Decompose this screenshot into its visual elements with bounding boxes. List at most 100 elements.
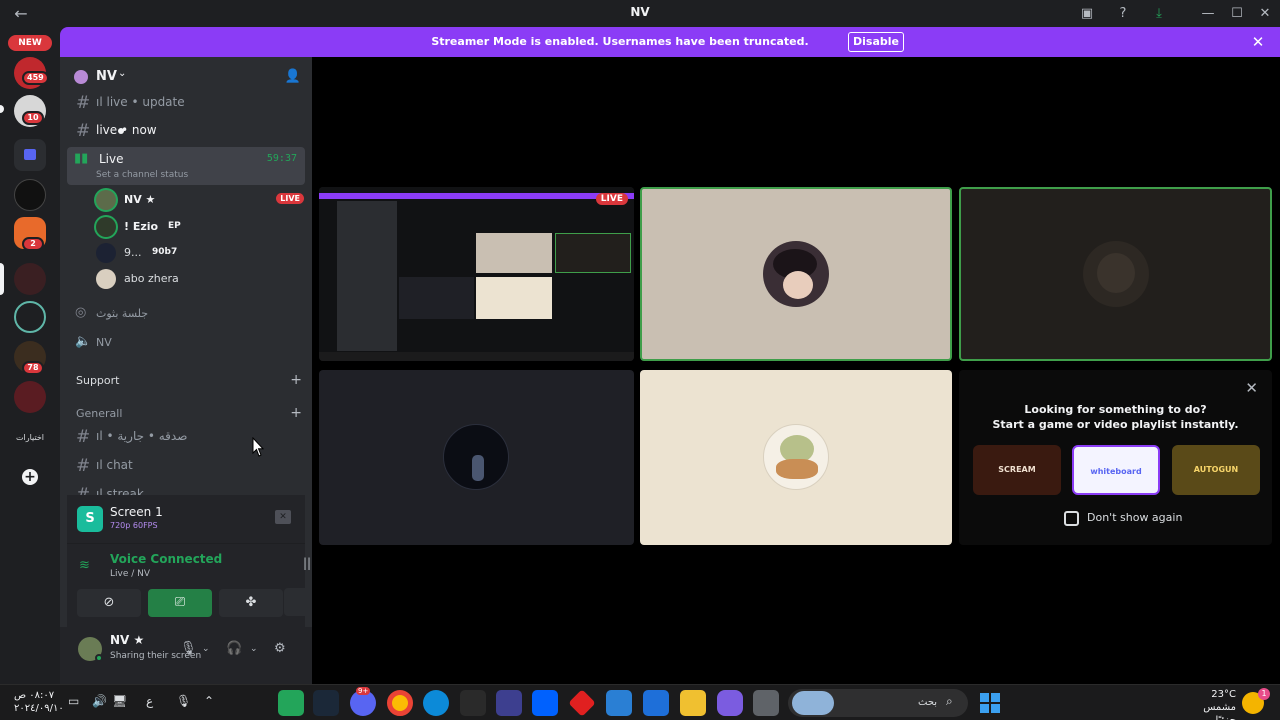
headphones-icon[interactable]: 🎧 [226,641,242,656]
avatar [763,424,829,490]
chevron-down-icon[interactable]: ⌄ [202,644,210,654]
search-highlight-image [792,691,834,715]
category-support[interactable]: Support + [76,372,302,389]
help-icon[interactable]: ? [1114,5,1132,23]
activity-card-scream[interactable]: SCREAM [973,445,1061,495]
clock[interactable]: ٠٨:٠٧ ص ٢٠٢٤/٠٩/١٠ [14,689,64,715]
folder-icon[interactable] [14,139,46,171]
disable-button[interactable]: Disable [848,32,904,52]
server-label[interactable]: اختيارات [6,433,54,442]
preview-taskbar [319,352,634,361]
signal-icon[interactable]: ≋ [79,558,90,573]
user-name[interactable]: NV ★ [110,633,144,647]
activity-card-autogun[interactable]: AUTOGUN [1172,445,1260,495]
steam-icon[interactable] [313,690,339,716]
chrome-icon[interactable] [387,690,413,716]
clock-time: ٠٨:٠٧ ص [14,690,55,701]
network-icon[interactable]: 🖥 [112,694,127,708]
store-icon[interactable] [643,690,669,716]
server-icon[interactable] [14,381,46,413]
voice-user[interactable]: NV ★ LIVE [96,188,304,212]
voice-channel[interactable]: 🔈 NV [70,332,300,354]
channel-live-now[interactable]: # live • now [70,120,300,142]
weather-temp: 23°C [1211,689,1236,700]
add-channel-icon[interactable]: + [290,372,302,388]
app-icon[interactable] [278,690,304,716]
settings-gear-icon[interactable]: ⚙ [274,641,286,656]
mail-icon[interactable] [606,690,632,716]
volume-icon[interactable]: 🔊 [92,694,107,708]
activities-button[interactable]: ✤ [219,589,283,617]
edge-icon[interactable] [423,690,449,716]
stage-channel[interactable]: ◎ جلسة بثوث [70,303,300,325]
participant-tile[interactable] [319,370,634,545]
channel-live-update[interactable]: # ıl live • update [70,92,300,114]
add-user-icon[interactable]: 👤 [284,69,302,85]
video-stage: LIVE ✕ Looking for something to do? Star… [312,57,1280,684]
windows-taskbar: ٠٨:٠٧ ص ٢٠٢٤/٠٩/١٠ ▭ 🔊 🖥 ع 🎙 ⌃ 9+ بحث ⌕ [0,684,1280,720]
search-icon: ⌕ [946,694,953,708]
microphone-icon[interactable]: 🎙 [176,694,191,708]
close-icon[interactable]: ✕ [1245,379,1258,397]
screen-share-tile[interactable]: LIVE [319,187,634,361]
voice-user[interactable]: ! Ezio EP [96,215,304,239]
file-explorer-icon[interactable] [680,690,706,716]
channel-chat[interactable]: # ıl chat [70,455,300,477]
app-icon[interactable] [496,690,522,716]
server-icon[interactable] [14,301,46,333]
participant-tile[interactable] [640,370,952,545]
hash-icon: # [76,456,91,476]
voice-user[interactable]: abo zhera [96,267,304,291]
channel-status-placeholder[interactable]: Set a channel status [96,170,188,180]
preview-tile [399,277,474,319]
chevron-up-icon[interactable]: ⌃ [204,694,214,708]
microphone-icon[interactable]: 🎙 [180,641,197,656]
dont-show-again-label[interactable]: Don't show again [1087,511,1182,524]
avatar-figure [1097,253,1135,293]
close-icon[interactable]: ✕ [1256,5,1274,23]
add-channel-icon[interactable]: + [290,405,302,421]
app-icon[interactable] [568,689,596,717]
screen-share-button[interactable]: ⎚ [148,589,212,617]
maximize-icon[interactable]: ☐ [1228,5,1246,23]
avatar [96,243,116,263]
status-dot [95,654,103,662]
participant-tile[interactable] [959,187,1272,361]
notification-badge: 9+ [356,687,371,695]
new-badge[interactable]: NEW [8,35,52,51]
preview-sidebar [337,201,397,351]
stop-stream-icon[interactable]: ✕ [275,510,291,524]
copilot-icon[interactable] [717,690,743,716]
chevron-down-icon[interactable]: ⌄ [250,644,258,654]
windows-start-icon[interactable] [980,693,1000,713]
dropbox-icon[interactable] [532,690,558,716]
download-icon[interactable]: ⤓ [1150,5,1168,23]
app-icon[interactable] [753,690,779,716]
guild-header[interactable]: NV ⌄ 👤 [60,57,312,97]
close-icon[interactable]: ✕ [1248,32,1268,52]
battery-icon[interactable]: ▭ [68,694,79,708]
guild-name: NV [96,69,117,84]
server-icon[interactable] [14,263,46,295]
voice-channel-live[interactable]: ▮▮ Live 59:37 Set a channel status [67,147,305,185]
server-icon[interactable] [14,179,46,211]
add-server-icon[interactable]: + [22,469,38,485]
language-indicator[interactable]: ع [146,694,153,708]
stream-preview [319,187,634,361]
channel-streak[interactable]: # ıl streak [70,484,300,495]
voice-user[interactable]: 9... 90b7 [96,241,304,265]
voice-location[interactable]: Live / NV [110,569,150,579]
inbox-icon[interactable]: ▣ [1078,5,1096,23]
dont-show-again-checkbox[interactable] [1064,511,1079,526]
participant-tile[interactable] [640,187,952,361]
weather-desc: مشمس جزئيًا [1203,702,1236,720]
voice-connected-title[interactable]: Voice Connected [110,552,222,566]
minimize-icon[interactable]: — [1199,5,1217,23]
activity-card-whiteboard[interactable]: whiteboard [1072,445,1160,495]
category-general[interactable]: Generall + [76,405,302,422]
camera-off-button[interactable]: ⊘ [77,589,141,617]
channel-sadaqa[interactable]: # ıl • صدقه • جارية [70,426,300,448]
epic-games-icon[interactable] [460,690,486,716]
weather-widget[interactable]: 23°C مشمس جزئيًا [1182,688,1236,720]
selected-pill [0,263,4,295]
